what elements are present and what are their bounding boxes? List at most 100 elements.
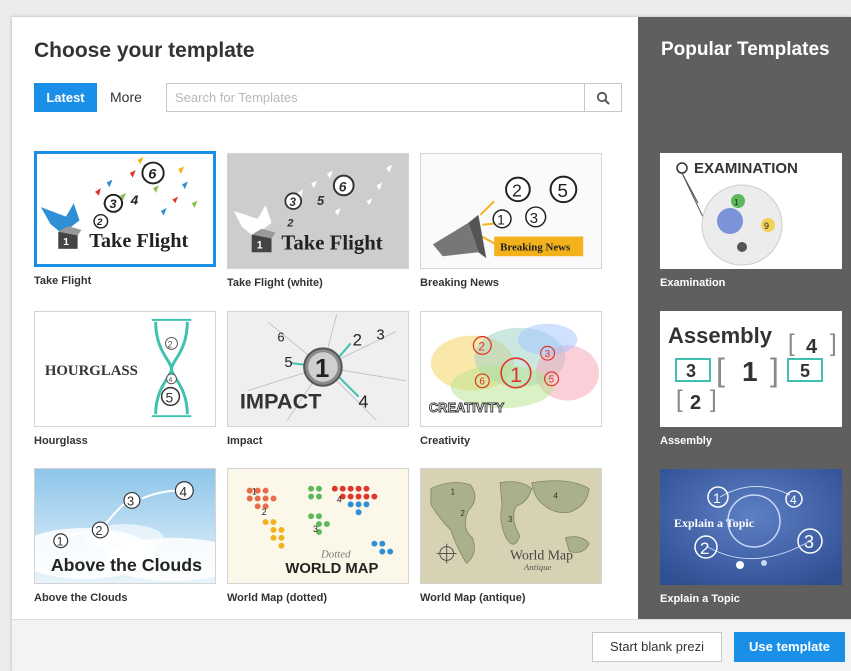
impact-preview: 1 6 5 2 3 4 IMPACT — [228, 312, 408, 426]
svg-text:4: 4 — [790, 493, 797, 507]
template-browser: Choose your template Latest More Search … — [12, 17, 638, 619]
svg-text:1: 1 — [510, 362, 522, 387]
search-input[interactable] — [167, 84, 585, 111]
svg-text:]: ] — [830, 330, 837, 357]
thumb-subtitle: Antique — [523, 562, 552, 572]
svg-text:4: 4 — [179, 485, 187, 500]
start-blank-prezi-button[interactable]: Start blank prezi — [592, 632, 722, 662]
svg-text:4: 4 — [169, 377, 173, 384]
template-thumbnail[interactable]: 1 2 3 4 Dotted WORLD MAP — [227, 468, 409, 584]
template-card-take-flight[interactable]: 6 3 4 2 1 Take Flight Take Flight — [34, 151, 216, 287]
template-thumbnail[interactable]: 1 2 3 4 Above the Clouds — [34, 468, 216, 584]
template-label: Examination — [660, 277, 726, 289]
world-map-antique-preview: 1 2 3 4 World Map Antique — [421, 469, 601, 583]
svg-text:2: 2 — [96, 217, 103, 228]
svg-text:1: 1 — [257, 239, 263, 251]
template-label: Explain a Topic — [660, 593, 740, 605]
svg-text:1: 1 — [742, 356, 758, 387]
popular-templates-panel: Popular Templates EXAMINATION 1 9 Examin… — [638, 17, 851, 619]
svg-text:1: 1 — [713, 490, 721, 506]
svg-text:5: 5 — [317, 193, 325, 208]
svg-text:3: 3 — [289, 195, 296, 209]
template-thumbnail[interactable]: EXAMINATION 1 9 — [660, 153, 842, 269]
template-card-world-map-dotted[interactable]: 1 2 3 4 Dotted WORLD MAP World Map (dott… — [227, 468, 409, 604]
thumb-title: IMPACT — [240, 388, 322, 413]
world-map-dotted-preview: 1 2 3 4 Dotted WORLD MAP — [228, 469, 408, 583]
template-card-impact[interactable]: 1 6 5 2 3 4 IMPACT Impact — [227, 311, 409, 447]
template-card-hourglass[interactable]: 2 4 5 HOURGLASS Hourglass — [34, 311, 216, 447]
template-dialog: Choose your template Latest More Search … — [12, 17, 851, 671]
svg-text:3: 3 — [508, 515, 513, 524]
template-label: Breaking News — [420, 277, 499, 289]
popular-card-assembly[interactable]: Assembly [ 4 ] 3 [ 1 ] 5 [ 2 ] Assembly — [660, 311, 842, 447]
svg-text:2: 2 — [286, 218, 293, 230]
template-thumbnail[interactable]: Assembly [ 4 ] 3 [ 1 ] 5 [ 2 ] — [660, 311, 842, 427]
svg-text:3: 3 — [686, 361, 696, 381]
thumb-title: Explain a Topic — [674, 516, 755, 530]
svg-text:2: 2 — [262, 507, 267, 517]
svg-text:2: 2 — [95, 523, 102, 538]
svg-text:4: 4 — [359, 391, 369, 411]
template-label: Hourglass — [34, 435, 88, 447]
template-label: Take Flight (white) — [227, 277, 323, 289]
popular-card-explain-a-topic[interactable]: 1 4 2 3 Explain a Topic Explain a Topic — [660, 469, 842, 605]
template-label: Assembly — [660, 435, 712, 447]
template-label: Creativity — [420, 435, 471, 447]
template-card-world-map-antique[interactable]: 1 2 3 4 World Map Antique World Map (ant… — [420, 468, 602, 604]
template-card-take-flight-white[interactable]: 6 3 5 2 1 Take Flight Take Flight (white… — [227, 153, 409, 289]
svg-text:6: 6 — [277, 330, 284, 345]
svg-text:]: ] — [710, 386, 717, 413]
svg-text:2: 2 — [690, 392, 701, 414]
popular-card-examination[interactable]: EXAMINATION 1 9 Examination — [660, 153, 842, 289]
template-card-creativity[interactable]: 2 1 3 5 6 CREATIVITY Creativity — [420, 311, 602, 447]
search-box — [166, 83, 622, 112]
take-flight-preview: 6 3 4 2 1 Take Flight — [37, 154, 213, 264]
tab-more[interactable]: More — [110, 83, 142, 112]
template-label: Above the Clouds — [34, 592, 128, 604]
svg-text:6: 6 — [148, 167, 157, 183]
template-thumbnail[interactable]: 1 2 3 4 World Map Antique — [420, 468, 602, 584]
svg-text:3: 3 — [545, 349, 551, 360]
svg-text:5: 5 — [166, 390, 174, 405]
thumb-title: Take Flight — [89, 230, 188, 252]
assembly-preview: Assembly [ 4 ] 3 [ 1 ] 5 [ 2 ] — [660, 311, 842, 427]
explain-a-topic-preview: 1 4 2 3 Explain a Topic — [660, 469, 842, 585]
template-thumbnail[interactable]: 6 3 4 2 1 Take Flight — [34, 151, 216, 267]
thumb-title: EXAMINATION — [694, 160, 798, 177]
svg-text:2: 2 — [353, 330, 362, 349]
hourglass-preview: 2 4 5 HOURGLASS — [35, 312, 215, 426]
template-thumbnail[interactable]: 6 3 5 2 1 Take Flight — [227, 153, 409, 269]
popular-templates-title: Popular Templates — [661, 39, 830, 60]
use-template-button[interactable]: Use template — [734, 632, 845, 662]
template-card-above-the-clouds[interactable]: 1 2 3 4 Above the Clouds Above the Cloud… — [34, 468, 216, 604]
svg-text:5: 5 — [557, 180, 567, 201]
svg-text:1: 1 — [57, 535, 64, 549]
template-thumbnail[interactable]: 1 4 2 3 Explain a Topic — [660, 469, 842, 585]
svg-text:1: 1 — [252, 487, 257, 497]
template-thumbnail[interactable]: 2 5 1 3 Breaking News — [420, 153, 602, 269]
template-card-breaking-news[interactable]: 2 5 1 3 Breaking News Breaking News — [420, 153, 602, 289]
template-thumbnail[interactable]: 2 1 3 5 6 CREATIVITY — [420, 311, 602, 427]
thumb-title: Take Flight — [281, 232, 382, 254]
svg-text:3: 3 — [804, 532, 814, 552]
thumb-title: HOURGLASS — [45, 363, 138, 379]
svg-text:3: 3 — [530, 211, 538, 227]
template-thumbnail[interactable]: 1 6 5 2 3 4 IMPACT — [227, 311, 409, 427]
svg-text:5: 5 — [800, 361, 810, 381]
svg-text:6: 6 — [339, 179, 347, 194]
template-thumbnail[interactable]: 2 4 5 HOURGLASS — [34, 311, 216, 427]
breaking-news-preview: 2 5 1 3 Breaking News — [421, 154, 601, 268]
take-flight-white-preview: 6 3 5 2 1 Take Flight — [228, 154, 408, 268]
template-label: World Map (dotted) — [227, 592, 327, 604]
svg-text:3: 3 — [376, 328, 384, 344]
dialog-footer: Start blank prezi Use template — [12, 619, 851, 671]
svg-text:3: 3 — [313, 524, 318, 534]
tab-latest[interactable]: Latest — [34, 83, 97, 112]
svg-text:2: 2 — [461, 509, 465, 518]
thumb-title: WORLD MAP — [285, 561, 378, 577]
svg-text:1: 1 — [451, 488, 455, 497]
svg-text:1: 1 — [734, 198, 739, 207]
thumb-title: World Map — [510, 547, 573, 562]
svg-text:2: 2 — [512, 180, 522, 200]
search-button[interactable] — [584, 84, 621, 111]
